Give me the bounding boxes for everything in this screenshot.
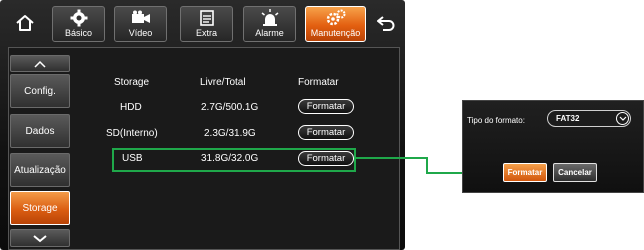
free-total-cell: 31.8G/32.0G — [201, 153, 259, 164]
tab-manutencao[interactable]: Manutenção — [305, 6, 366, 42]
back-arrow-icon — [377, 16, 395, 31]
tab-extra[interactable]: Extra — [180, 6, 233, 42]
storage-name-cell: HDD — [120, 102, 142, 113]
free-total-cell: 2.3G/31.9G — [204, 128, 256, 139]
alarm-light-icon — [260, 8, 280, 28]
tab-video[interactable]: Vídeo — [114, 6, 167, 42]
tab-alarme[interactable]: Alarme — [243, 6, 296, 42]
format-type-value: FAT32 — [556, 114, 580, 123]
sidebar-item-atualizacao[interactable]: Atualização — [10, 153, 70, 187]
sidebar-item-storage[interactable]: Storage — [10, 191, 70, 225]
header-storage: Storage — [114, 77, 150, 88]
storage-name-cell: USB — [122, 153, 143, 164]
tab-label: Extra — [195, 28, 217, 38]
free-total-cell: 2.7G/500.1G — [201, 102, 259, 113]
back-button[interactable] — [368, 6, 404, 40]
top-navigation-bar: Básico Vídeo Extra Alarme Manutenção — [0, 0, 405, 48]
chevron-down-icon — [33, 234, 47, 242]
chevron-down-icon — [616, 112, 629, 125]
format-dialog: Tipo do formato: FAT32 Formatar Cancelar — [462, 100, 644, 193]
tab-basico[interactable]: Básico — [52, 6, 105, 42]
home-icon — [16, 15, 34, 31]
tab-label: Alarme — [255, 28, 284, 38]
gear-icon — [69, 8, 89, 28]
sidebar-item-label: Dados — [25, 125, 55, 137]
dvr-screen: Básico Vídeo Extra Alarme Manutenção Con… — [0, 0, 405, 250]
maintenance-gears-icon — [326, 8, 346, 28]
chevron-up-icon — [34, 60, 46, 68]
format-sd-button[interactable]: Formatar — [298, 125, 354, 140]
tab-label: Vídeo — [128, 28, 153, 38]
sidebar-item-dados[interactable]: Dados — [10, 114, 70, 148]
format-type-select[interactable]: FAT32 — [547, 110, 631, 127]
sidebar-scroll-down-button[interactable] — [10, 229, 70, 247]
tab-label: Básico — [64, 28, 92, 38]
camera-icon — [131, 8, 151, 28]
format-type-label: Tipo do formato: — [467, 116, 525, 125]
dialog-format-button[interactable]: Formatar — [503, 163, 547, 182]
sidebar-item-label: Atualização — [14, 164, 66, 176]
header-free-total: Livre/Total — [200, 77, 246, 88]
header-format: Formatar — [298, 77, 339, 88]
dialog-cancel-button[interactable]: Cancelar — [553, 163, 597, 182]
tab-label: Manutenção — [310, 28, 361, 38]
sidebar-scroll-up-button[interactable] — [10, 55, 70, 72]
sidebar-item-label: Config. — [24, 85, 56, 97]
format-usb-button[interactable]: Formatar — [298, 151, 354, 166]
storage-name-cell: SD(Interno) — [106, 128, 158, 139]
home-button[interactable] — [6, 6, 44, 40]
format-hdd-button[interactable]: Formatar — [298, 99, 354, 114]
sidebar-item-label: Storage — [22, 202, 58, 214]
document-icon — [197, 8, 217, 28]
sidebar-item-config[interactable]: Config. — [10, 74, 70, 108]
